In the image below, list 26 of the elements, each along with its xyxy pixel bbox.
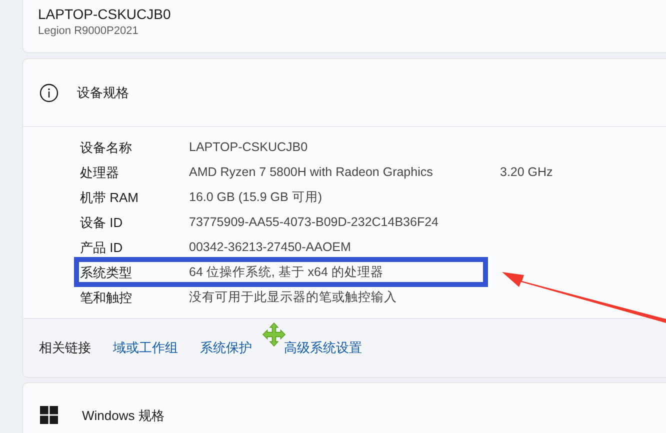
spec-value: LAPTOP-CSKUCJB0 — [189, 139, 309, 156]
related-link[interactable]: 域或工作组 — [113, 338, 178, 358]
spec-label: 笔和触控 — [80, 288, 133, 307]
spec-label: 设备 ID — [80, 214, 124, 232]
spec-value: 73775909-AA55-4073-B09D-232C14B36F24 — [189, 214, 440, 232]
spec-value: AMD Ryzen 7 5800H with Radeon Graphics — [189, 164, 434, 182]
spec-label: 机带 RAM — [80, 188, 140, 207]
related-link[interactable]: 系统保护 — [200, 338, 252, 358]
spec-value: 00342-36213-27450-AAOEM — [189, 239, 352, 256]
spec-extra: 3.20 GHz — [500, 164, 553, 182]
spec-value: 64 位操作系统, 基于 x64 的处理器 — [189, 264, 384, 282]
windows-specs-title: Windows 规格 — [82, 407, 164, 425]
device-model: Legion R9000P2021 — [38, 24, 140, 39]
spec-label: 处理器 — [80, 164, 120, 182]
device-name: LAPTOP-CSKUCJB0 — [38, 5, 172, 23]
spec-label: 系统类型 — [80, 264, 133, 282]
spec-value: 没有可用于此显示器的笔或触控输入 — [189, 289, 398, 306]
move-cursor-icon — [262, 322, 286, 347]
specs-title: 设备规格 — [77, 84, 129, 102]
spec-value: 16.0 GB (15.9 GB 可用) — [189, 189, 323, 206]
related-links-label: 相关链接 — [39, 339, 91, 358]
spec-label: 产品 ID — [80, 238, 124, 257]
windows-logo-icon — [40, 406, 58, 424]
spec-label: 设备名称 — [80, 138, 133, 157]
info-icon — [39, 82, 59, 102]
related-link[interactable]: 高级系统设置 — [284, 338, 362, 358]
